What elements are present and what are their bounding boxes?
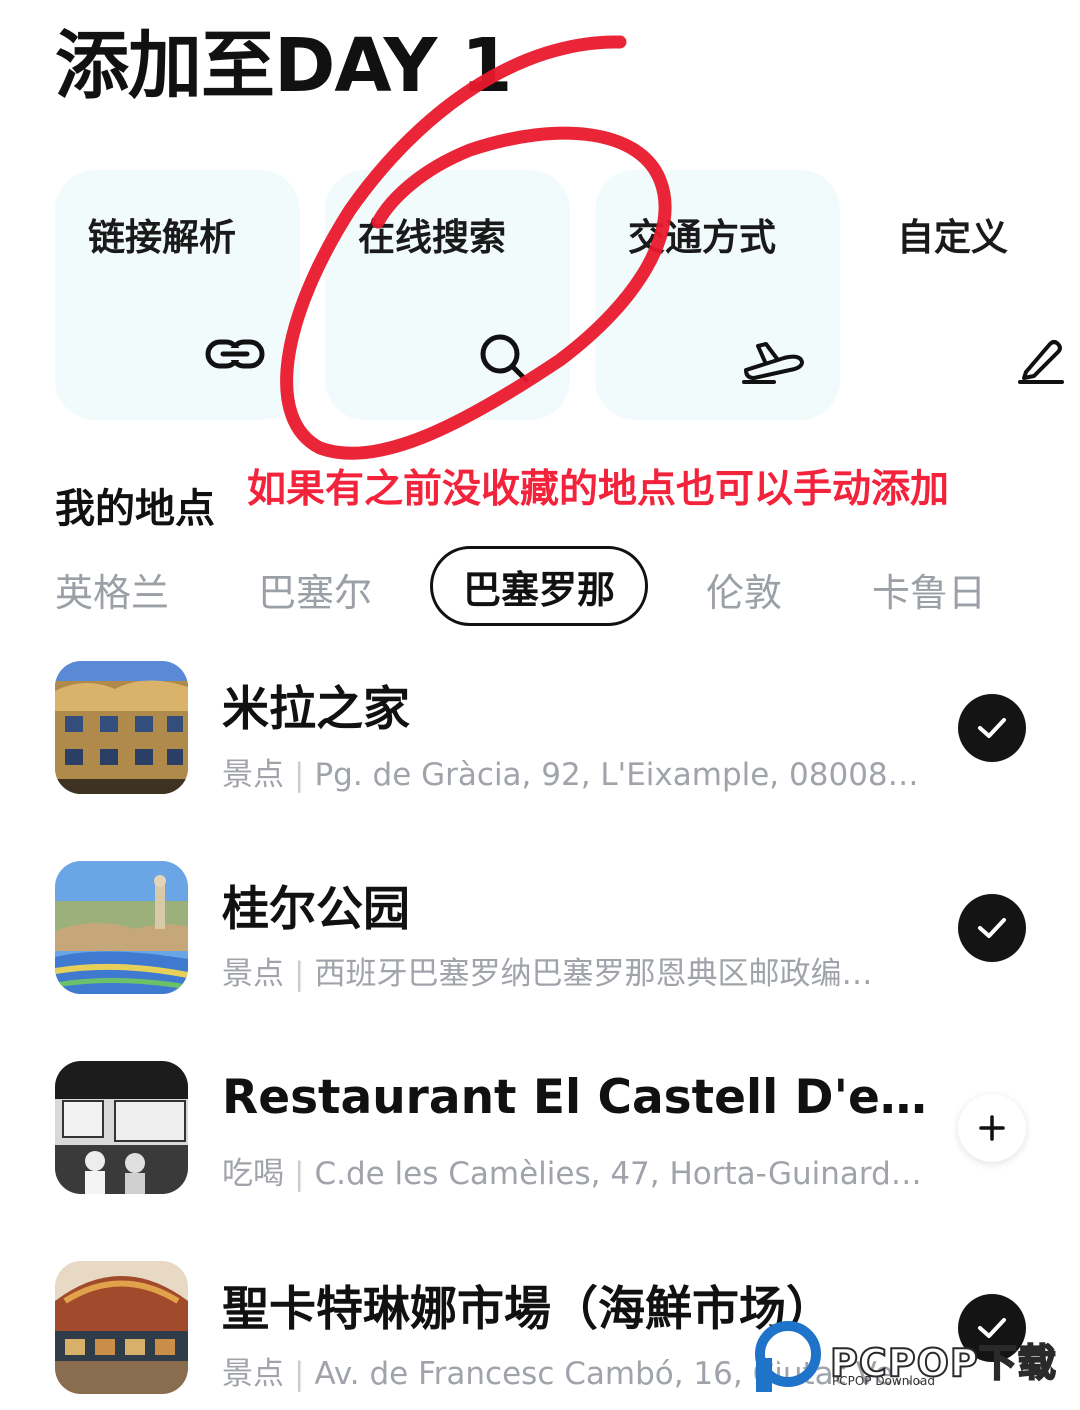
place-address: Pg. de Gràcia, 92, L'Eixample, 08008… xyxy=(314,757,919,793)
tool-label-link: 链接解析 xyxy=(88,216,236,259)
watermark-logo xyxy=(755,1321,821,1392)
plus-icon xyxy=(979,1115,1005,1141)
place-thumbnail[interactable] xyxy=(55,1261,188,1394)
place-meta: 景点 | 西班牙巴塞罗纳巴塞罗那恩典区邮政编… xyxy=(222,956,873,992)
place-name[interactable]: 聖卡特琳娜市場（海鮮市场） xyxy=(222,1270,833,1339)
place-thumbnail[interactable] xyxy=(55,661,188,794)
place-name[interactable]: Restaurant El Castell D'en S… xyxy=(222,1070,947,1125)
tab-london[interactable]: 伦敦 xyxy=(706,562,782,617)
added-check-button[interactable] xyxy=(958,894,1026,962)
add-place-button[interactable] xyxy=(958,1094,1026,1162)
place-meta: 吃喝 | C.de les Camèlies, 47, Horta-Guinard… xyxy=(222,1156,922,1192)
section-title: 我的地点 xyxy=(55,486,215,532)
place-category: 景点 xyxy=(222,757,284,793)
watermark-subtext: PCPOP Download xyxy=(832,1374,935,1388)
tool-label-search: 在线搜索 xyxy=(358,216,506,259)
place-name[interactable]: 米拉之家 xyxy=(222,670,410,739)
annotation-text: 如果有之前没收藏的地点也可以手动添加 xyxy=(247,467,950,512)
added-check-button[interactable] xyxy=(958,694,1026,762)
tab-barcelona[interactable]: 巴塞罗那 xyxy=(430,546,648,626)
place-address: C.de les Camèlies, 47, Horta-Guinard… xyxy=(314,1156,922,1192)
place-category: 景点 xyxy=(222,1356,284,1392)
place-category: 景点 xyxy=(222,956,284,992)
check-icon xyxy=(978,718,1006,738)
tab-barcelona-label: 巴塞罗那 xyxy=(462,567,615,612)
pencil-icon[interactable] xyxy=(1016,334,1068,386)
tool-label-transport: 交通方式 xyxy=(628,216,776,259)
place-thumbnail[interactable] xyxy=(55,861,188,994)
link-icon[interactable] xyxy=(205,330,265,380)
page-title: 添加至DAY 1 xyxy=(55,23,512,109)
plane-icon[interactable] xyxy=(740,334,808,386)
tab-england[interactable]: 英格兰 xyxy=(55,562,169,617)
search-icon[interactable] xyxy=(476,330,532,386)
check-icon xyxy=(978,918,1006,938)
tab-basel[interactable]: 巴塞尔 xyxy=(258,562,372,617)
place-name[interactable]: 桂尔公园 xyxy=(222,870,410,939)
place-category: 吃喝 xyxy=(222,1156,284,1192)
place-address: 西班牙巴塞罗纳巴塞罗那恩典区邮政编… xyxy=(314,956,873,992)
tab-carouge[interactable]: 卡鲁日 xyxy=(872,562,986,617)
tool-label-custom: 自定义 xyxy=(897,216,1008,259)
place-meta: 景点 | Pg. de Gràcia, 92, L'Eixample, 08008… xyxy=(222,757,919,793)
place-thumbnail[interactable] xyxy=(55,1061,188,1194)
